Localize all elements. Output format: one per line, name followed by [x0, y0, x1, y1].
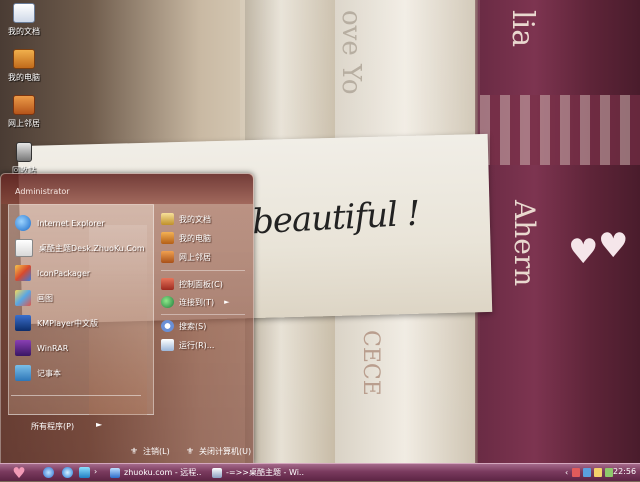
- desktop-icon-label: 我的文档: [8, 27, 40, 36]
- search-icon: [161, 320, 174, 332]
- power-icon: ⚜: [185, 446, 195, 457]
- wallpaper-text: lia: [505, 10, 540, 48]
- all-programs-button[interactable]: 所有程序(P): [31, 421, 74, 432]
- my-documents-icon: [161, 213, 174, 225]
- desktop-icon-network-places[interactable]: 网上邻居: [2, 95, 46, 129]
- menu-item-paint[interactable]: 画图: [15, 288, 53, 308]
- menu-separator: [11, 395, 141, 396]
- menu-item-label: KMPlayer中文版: [37, 318, 99, 328]
- desktop-icon-label: 我的电脑: [8, 73, 40, 82]
- start-menu-footer: ⚜ 注销(L) ⚜ 关闭计算机(U): [1, 441, 253, 462]
- menu-item-label: 我的电脑: [179, 233, 211, 243]
- taskbar-button-window[interactable]: -=>>桌酷主题 - Wi...: [212, 465, 304, 480]
- logoff-button[interactable]: ⚜ 注销(L): [129, 446, 170, 457]
- winrar-icon: [15, 340, 31, 356]
- menu-item-label: 桌酷主题Desk.ZhuoKu.Com: [39, 243, 145, 253]
- menu-item-label: WinRAR: [37, 343, 69, 353]
- menu-item-winrar[interactable]: WinRAR: [15, 338, 68, 358]
- task-label: zhuoku.com - 远程...: [124, 468, 202, 477]
- kmplayer-icon: [15, 315, 31, 331]
- tray-icon[interactable]: [572, 468, 581, 477]
- menu-separator: [161, 314, 245, 315]
- menu-item-internet-explorer[interactable]: Internet Explorer: [15, 213, 105, 233]
- paint-icon: [15, 290, 31, 306]
- recycle-bin-icon: [16, 142, 32, 162]
- taskbar: ♥ › zhuoku.com - 远程... -=>>桌酷主题 - Wi... …: [0, 463, 640, 482]
- arrow-right-icon: ►: [224, 298, 230, 306]
- menu-item-label: 记事本: [37, 368, 61, 378]
- start-menu: Administrator Internet Explorer 桌酷主题Desk…: [0, 173, 254, 464]
- logoff-icon: ⚜: [129, 446, 139, 457]
- menu-item-label: 画图: [37, 293, 53, 303]
- tray-icon[interactable]: [594, 468, 603, 477]
- menu-item-label: 控制面板(C): [179, 279, 223, 289]
- chevron-right-icon[interactable]: ›: [94, 467, 97, 476]
- control-panel-icon: [161, 278, 174, 290]
- menu-item-notepad[interactable]: 记事本: [15, 363, 61, 383]
- chevron-left-icon[interactable]: ‹: [565, 468, 568, 477]
- menu-item-search[interactable]: 搜索(S): [161, 318, 206, 334]
- system-places-panel: 我的文档 我的电脑 网上邻居 控制面板(C) 连接到(T) ► 搜索(S) 运行…: [157, 204, 251, 419]
- zhuoku-theme-icon: [15, 239, 33, 257]
- shutdown-button[interactable]: ⚜ 关闭计算机(U): [185, 446, 251, 457]
- task-label: -=>>桌酷主题 - Wi...: [226, 468, 304, 477]
- menu-item-zhuoku-theme[interactable]: 桌酷主题Desk.ZhuoKu.Com: [15, 238, 145, 258]
- remote-desktop-icon: [110, 467, 120, 478]
- start-menu-header: Administrator: [1, 174, 253, 204]
- wallpaper-text: Ahern: [508, 200, 541, 287]
- my-computer-icon: [13, 49, 35, 69]
- quicklaunch-browser-icon[interactable]: [79, 467, 90, 478]
- heart-icon: ♥: [568, 232, 599, 272]
- menu-item-label: 连接到(T): [179, 297, 215, 307]
- internet-explorer-icon: [15, 215, 31, 231]
- menu-item-control-panel[interactable]: 控制面板(C): [161, 276, 223, 292]
- desktop-icon-label: 网上邻居: [8, 119, 40, 128]
- arrow-right-icon: ►: [96, 420, 103, 429]
- network-places-icon: [13, 95, 35, 115]
- tray-icon[interactable]: [605, 468, 614, 477]
- connect-to-icon: [161, 296, 174, 308]
- logoff-label: 注销(L): [143, 447, 170, 456]
- my-computer-icon: [161, 232, 174, 244]
- menu-item-label: Internet Explorer: [37, 218, 105, 228]
- shutdown-label: 关闭计算机(U): [199, 447, 252, 456]
- menu-item-my-computer[interactable]: 我的电脑: [161, 230, 211, 246]
- menu-item-my-documents[interactable]: 我的文档: [161, 211, 211, 227]
- menu-separator: [161, 270, 245, 271]
- quicklaunch-desktop-icon[interactable]: [43, 467, 54, 478]
- window-icon: [212, 467, 222, 478]
- quicklaunch-internet-explorer-icon[interactable]: [62, 467, 73, 478]
- desktop-icon-my-documents[interactable]: 我的文档: [2, 3, 46, 37]
- wallpaper-pattern-band: [480, 95, 640, 165]
- tray-icon[interactable]: [583, 468, 592, 477]
- run-icon: [161, 339, 174, 351]
- menu-item-iconpackager[interactable]: IconPackager: [15, 263, 90, 283]
- menu-item-connect-to[interactable]: 连接到(T) ►: [161, 294, 230, 310]
- heart-icon: ♥: [12, 463, 26, 482]
- notepad-icon: [15, 365, 31, 381]
- desktop-icon-my-computer[interactable]: 我的电脑: [2, 49, 46, 83]
- menu-item-kmplayer[interactable]: KMPlayer中文版: [15, 313, 98, 333]
- my-documents-icon: [13, 3, 35, 23]
- heart-icon: ♥: [598, 226, 629, 266]
- desktop-icon-recycle-bin[interactable]: 回收站: [2, 142, 46, 176]
- menu-item-label: 网上邻居: [179, 252, 211, 262]
- menu-item-network-places[interactable]: 网上邻居: [161, 249, 211, 265]
- taskbar-button-remote-desktop[interactable]: zhuoku.com - 远程...: [110, 465, 202, 480]
- menu-item-label: 搜索(S): [179, 321, 207, 331]
- system-tray: ‹: [565, 465, 616, 480]
- wallpaper-text: CECE: [358, 330, 383, 396]
- network-places-icon: [161, 251, 174, 263]
- menu-item-run[interactable]: 运行(R)...: [161, 337, 214, 353]
- start-button[interactable]: ♥: [6, 463, 32, 482]
- clock[interactable]: 22:56: [613, 467, 636, 476]
- wallpaper-text: ove Yo: [336, 10, 366, 95]
- user-name: Administrator: [15, 187, 70, 196]
- iconpackager-icon: [15, 265, 31, 281]
- menu-item-label: IconPackager: [37, 268, 91, 278]
- menu-item-label: 我的文档: [179, 214, 211, 224]
- menu-item-label: 运行(R)...: [179, 340, 215, 350]
- pinned-programs-panel: Internet Explorer 桌酷主题Desk.ZhuoKu.Com Ic…: [8, 204, 154, 415]
